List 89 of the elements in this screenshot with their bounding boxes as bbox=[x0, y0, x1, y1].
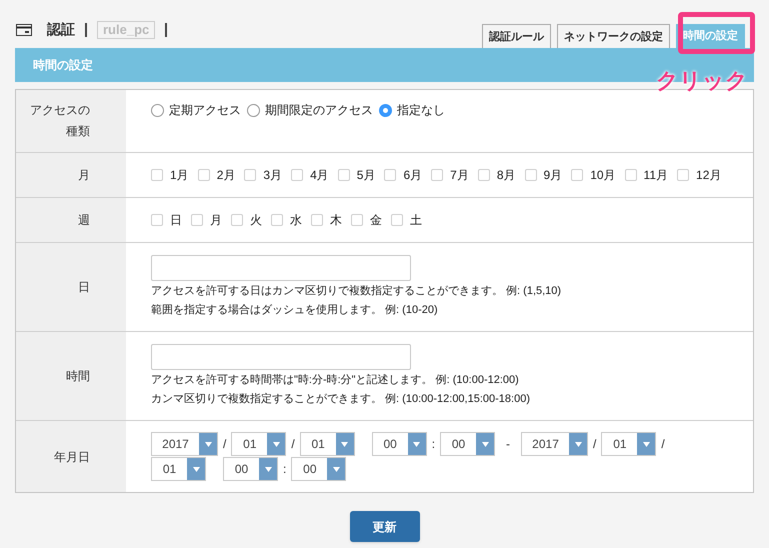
checkbox[interactable] bbox=[151, 169, 163, 181]
separator-text: : bbox=[282, 461, 288, 478]
caret-icon bbox=[341, 442, 348, 446]
checkbox[interactable] bbox=[677, 169, 690, 181]
checkbox[interactable] bbox=[624, 169, 637, 181]
checkbox-label: 月 bbox=[210, 212, 222, 229]
caret-icon bbox=[272, 442, 280, 446]
caret-icon bbox=[574, 442, 582, 446]
checkbox[interactable] bbox=[244, 169, 256, 181]
checkbox-label: 木 bbox=[330, 212, 342, 229]
checkbox-label: 6月 bbox=[403, 167, 422, 184]
checkbox[interactable] bbox=[151, 214, 163, 226]
checkbox-label: 4月 bbox=[310, 167, 329, 184]
checkbox-label: 12月 bbox=[696, 167, 722, 184]
field-label: 週 bbox=[78, 212, 90, 229]
field-label: 日 bbox=[78, 279, 90, 296]
checkbox-label: 8月 bbox=[496, 167, 516, 184]
radio-button[interactable] bbox=[151, 104, 164, 116]
help-text: アクセスを許可する時間帯は"時:分-時:分"と記述します。 例: (10:00-12:00) bbox=[151, 373, 520, 388]
checkbox[interactable] bbox=[478, 169, 490, 181]
checkbox[interactable] bbox=[384, 169, 396, 181]
checkbox-label: 5月 bbox=[356, 167, 376, 184]
checkbox[interactable] bbox=[524, 169, 536, 181]
checkbox[interactable] bbox=[431, 169, 444, 181]
tab[interactable]: ネットワークの設定 bbox=[557, 24, 670, 48]
caret-icon bbox=[482, 442, 489, 446]
checkbox-label: 11月 bbox=[644, 167, 668, 184]
text-input[interactable] bbox=[151, 344, 411, 370]
checkbox-label: 日 bbox=[170, 212, 182, 229]
checkbox-label: 火 bbox=[250, 212, 262, 229]
field-label: 月 bbox=[78, 167, 90, 184]
checkbox-label: 10月 bbox=[590, 167, 616, 184]
dropdown[interactable]: 01 bbox=[601, 432, 656, 456]
checkbox[interactable] bbox=[311, 214, 323, 226]
dropdown[interactable]: 00 bbox=[440, 432, 496, 456]
field-label: 年月日 bbox=[54, 448, 90, 466]
radio-button[interactable] bbox=[247, 104, 260, 116]
dropdown[interactable]: 01 bbox=[151, 457, 206, 481]
dropdown[interactable]: 2017 bbox=[521, 432, 588, 456]
radio-label: 期間限定のアクセス bbox=[265, 102, 373, 119]
page-title: 認証 bbox=[47, 20, 75, 39]
radio-button[interactable] bbox=[379, 104, 392, 116]
checkbox-label: 7月 bbox=[450, 167, 469, 184]
checkbox-label: 3月 bbox=[263, 167, 282, 184]
tab[interactable]: 認証ルール bbox=[482, 24, 551, 48]
caret-icon bbox=[332, 466, 340, 472]
dropdown[interactable]: 00 bbox=[291, 457, 346, 481]
checkbox[interactable] bbox=[198, 169, 210, 181]
caret-icon bbox=[192, 466, 200, 472]
separator-text: / bbox=[290, 436, 296, 453]
help-text: カンマ区切りで複数指定することができます。 例: (10:00-12:00,15:00-18:00) bbox=[151, 392, 530, 407]
checkbox[interactable] bbox=[231, 214, 243, 226]
dropdown[interactable]: 01 bbox=[231, 432, 286, 456]
separator-text: : bbox=[430, 436, 436, 453]
checkbox-label: 2月 bbox=[216, 167, 236, 184]
checkbox-label: 土 bbox=[410, 212, 422, 229]
dropdown[interactable]: 2017 bbox=[151, 432, 218, 456]
caret-icon bbox=[204, 442, 212, 446]
checkbox[interactable] bbox=[291, 169, 304, 181]
card-icon bbox=[16, 24, 32, 36]
separator-text: / bbox=[222, 436, 228, 453]
checkbox-label: 金 bbox=[370, 212, 382, 229]
help-text: アクセスを許可する日はカンマ区切りで複数指定することができます。 例: (1,5,10) bbox=[151, 284, 562, 299]
separator-text: / bbox=[660, 436, 666, 453]
checkbox-label: 水 bbox=[290, 212, 302, 229]
dropdown[interactable]: 00 bbox=[372, 432, 427, 456]
checkbox[interactable] bbox=[391, 214, 403, 226]
dropdown[interactable]: 01 bbox=[300, 432, 355, 456]
text-input[interactable] bbox=[151, 255, 411, 281]
separator-text: / bbox=[592, 436, 598, 453]
dropdown[interactable]: 00 bbox=[223, 457, 278, 481]
update-button[interactable]: 更新 bbox=[350, 511, 420, 542]
checkbox-label: 1月 bbox=[170, 167, 189, 184]
rule-name: rule_pc bbox=[97, 20, 156, 38]
field-label: 時間 bbox=[66, 368, 90, 385]
checkbox[interactable] bbox=[338, 169, 350, 181]
caret-icon bbox=[642, 442, 650, 446]
caret-icon bbox=[413, 442, 420, 446]
separator-text: - bbox=[505, 436, 512, 453]
help-text: 範囲を指定する場合はダッシュを使用します。 例: (10-20) bbox=[151, 302, 439, 318]
checkbox[interactable] bbox=[351, 214, 363, 226]
checkbox[interactable] bbox=[191, 214, 203, 226]
radio-label: 定期アクセス bbox=[169, 102, 241, 119]
radio-label: 指定なし bbox=[397, 102, 445, 119]
checkbox-label: 9月 bbox=[544, 167, 562, 184]
field-label: アクセスの 種類 bbox=[30, 102, 90, 140]
checkbox[interactable] bbox=[271, 214, 283, 226]
checkbox[interactable] bbox=[571, 169, 584, 181]
caret-icon bbox=[264, 466, 272, 472]
